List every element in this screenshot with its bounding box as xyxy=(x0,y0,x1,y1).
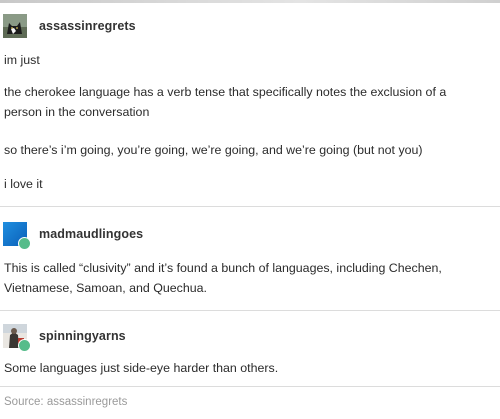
post-text-line: Some languages just side-eye harder than… xyxy=(4,361,279,375)
reblog-badge-icon xyxy=(18,339,31,352)
top-edge-strip xyxy=(0,0,500,3)
post-assassinregrets: assassinregrets im just the cherokee lan… xyxy=(0,14,500,191)
post-text-line: im just xyxy=(4,53,40,67)
post-text-line: so there’s i’m going, you’re going, we’r… xyxy=(4,143,423,157)
post-text-line: the cherokee language has a verb tense t… xyxy=(4,85,447,99)
post-madmaudlingoes: madmaudlingoes This is called “clusivity… xyxy=(0,222,500,295)
post-header: assassinregrets xyxy=(0,14,500,40)
post-text-line: i love it xyxy=(4,177,43,191)
post-divider xyxy=(0,386,500,387)
blue-square-avatar-icon[interactable] xyxy=(3,222,31,250)
post-username[interactable]: madmaudlingoes xyxy=(39,227,143,241)
post-text-line: This is called “clusivity” and it’s foun… xyxy=(4,261,442,275)
reblog-badge-icon xyxy=(18,237,31,250)
post-username[interactable]: spinningyarns xyxy=(39,329,126,343)
post-text-line: person in the conversation xyxy=(4,105,150,119)
post-spinningyarns: spinningyarns Some languages just side-e… xyxy=(0,324,500,375)
post-text-line: Vietnamese, Samoan, and Quechua. xyxy=(4,281,207,295)
yarn-avatar-icon[interactable] xyxy=(3,324,31,352)
post-username[interactable]: assassinregrets xyxy=(39,19,136,33)
source-link[interactable]: Source: assassinregrets xyxy=(4,396,127,408)
post-header: madmaudlingoes xyxy=(0,222,500,250)
cat-avatar-icon[interactable] xyxy=(3,14,27,38)
post-header: spinningyarns xyxy=(0,324,500,352)
post-divider xyxy=(0,206,500,207)
post-divider xyxy=(0,310,500,311)
